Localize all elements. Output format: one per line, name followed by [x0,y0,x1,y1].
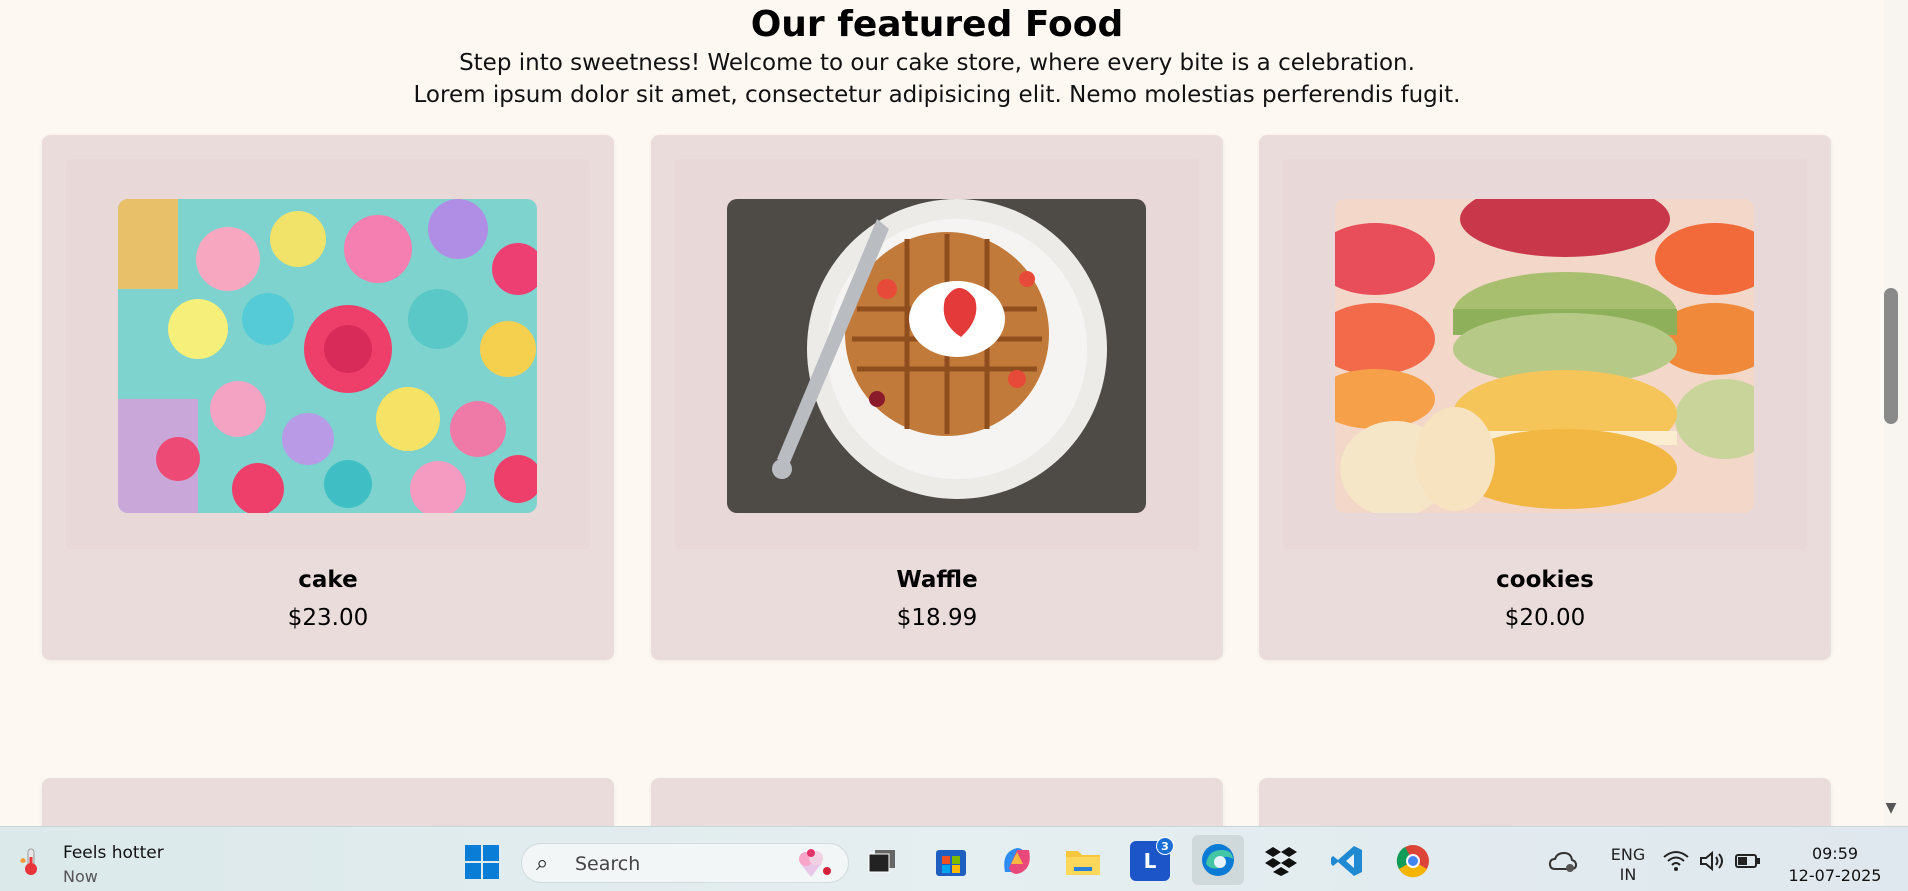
macaron-image [1335,199,1754,513]
task-view-icon[interactable] [862,841,902,881]
cake-image [118,199,537,513]
l-app-icon[interactable]: L 3 [1130,837,1174,881]
store-icon[interactable] [931,841,971,881]
product-card-cake[interactable]: cake $23.00 [42,135,614,660]
taskbar-search-box[interactable]: ⌕ Search [521,843,849,883]
product-card-waffle[interactable]: Waffle $18.99 [651,135,1223,660]
scrollbar-thumb[interactable] [1884,288,1898,424]
section-subtitle-line1: Step into sweetness! Welcome to our cake… [459,50,1415,76]
clock-date: 12-07-2025 [1788,866,1882,885]
battery-icon[interactable] [1734,847,1762,875]
wifi-icon[interactable] [1662,847,1690,875]
section-subtitle-line2: Lorem ipsum dolor sit amet, consectetur … [413,82,1461,108]
region-code: IN [1619,865,1637,884]
language-indicator[interactable]: ENG IN [1603,845,1653,885]
taskbar: Feels hotter Now ⌕ Search L 3 ENG IN 09:… [0,826,1908,891]
edge-icon[interactable] [1192,835,1244,885]
product-name: Waffle [896,567,978,593]
product-name: cookies [1496,567,1594,593]
clock-time: 09:59 [1811,844,1859,863]
weather-title[interactable]: Feels hotter [63,843,164,863]
copilot-icon[interactable] [997,841,1037,881]
ice-cream-icon [794,849,834,885]
system-clock[interactable]: 09:59 12-07-2025 [1780,843,1890,887]
product-name: cake [298,567,358,593]
chrome-icon[interactable] [1393,841,1433,881]
thermometer-icon[interactable] [16,847,46,877]
product-price: $20.00 [1504,605,1586,631]
section-title: Our featured Food [750,4,1124,45]
dropbox-icon[interactable] [1261,841,1301,881]
search-label: Search [575,853,641,875]
notification-badge: 3 [1156,837,1174,855]
product-price: $23.00 [287,605,369,631]
product-card-row2-3[interactable] [1259,778,1831,826]
l-app-letter: L [1143,849,1157,873]
windows-start-icon[interactable] [464,844,500,880]
product-card-row2-1[interactable] [42,778,614,826]
product-price: $18.99 [896,605,978,631]
weather-subtitle: Now [63,867,98,886]
language-code: ENG [1610,845,1646,864]
waffle-image [727,199,1146,513]
product-card-row2-2[interactable] [651,778,1223,826]
search-icon: ⌕ [536,851,549,876]
scroll-down-arrow-icon[interactable]: ▼ [1882,800,1900,816]
folder-icon[interactable] [1063,841,1103,881]
page-viewport: Our featured Food Step into sweetness! W… [0,0,1884,826]
volume-icon[interactable] [1698,847,1726,875]
vscode-icon[interactable] [1327,841,1367,881]
onedrive-cloud-icon[interactable] [1548,847,1578,877]
product-card-cookies[interactable]: cookies $20.00 [1259,135,1831,660]
